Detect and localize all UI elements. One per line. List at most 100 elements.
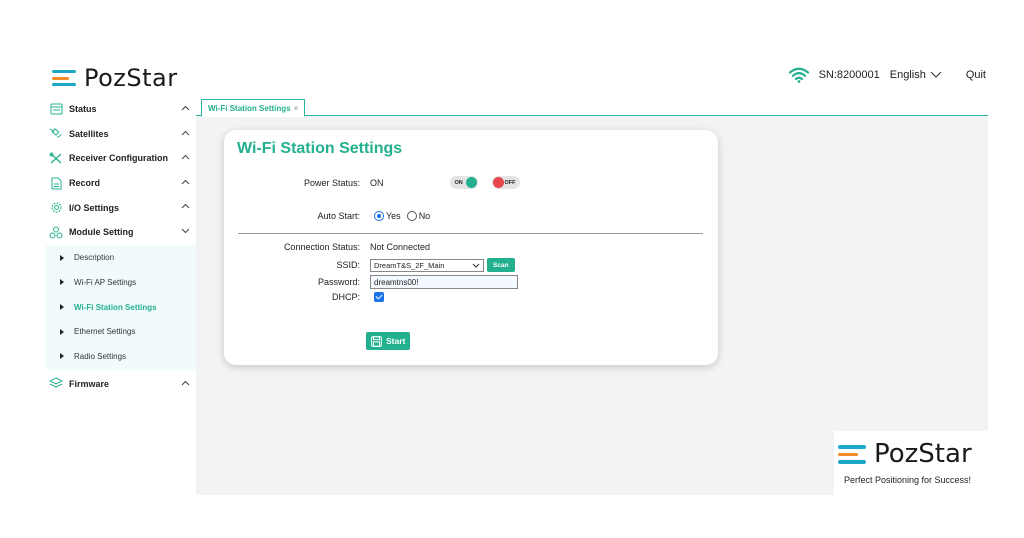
auto-start-no-label[interactable]: No	[419, 211, 431, 221]
sidebar-item-label: I/O Settings	[69, 202, 120, 213]
satellite-icon	[49, 127, 63, 141]
language-selector[interactable]: English	[890, 69, 942, 81]
connection-status-row: Connection Status: Not Connected	[224, 242, 430, 252]
serial-number: SN:8200001	[818, 69, 880, 81]
power-status-value: ON	[370, 177, 384, 188]
tools-icon	[49, 151, 63, 165]
toggle-knob	[492, 177, 504, 188]
scan-button[interactable]: Scan	[487, 258, 515, 272]
sidebar-item-satellites[interactable]: Satellites	[46, 122, 196, 147]
language-label: English	[889, 69, 926, 81]
chevron-down-icon	[181, 228, 190, 234]
gear-icon	[49, 201, 63, 215]
connection-status-value: Not Connected	[370, 242, 431, 252]
triangle-right-icon	[60, 304, 64, 311]
divider	[238, 233, 703, 234]
sidebar-item-receiver-configuration[interactable]: Receiver Configuration	[46, 146, 196, 171]
submenu-item-label: Description	[74, 253, 115, 263]
password-label: Password:	[317, 277, 360, 287]
password-row: Password: dreamtns00!	[224, 275, 518, 289]
module-submenu: Description Wi-Fi AP Settings Wi-Fi Stat…	[46, 244, 196, 370]
submenu-item-radio-settings[interactable]: Radio Settings	[46, 344, 196, 369]
submenu-item-wifi-ap-settings[interactable]: Wi-Fi AP Settings	[46, 270, 196, 295]
record-icon	[49, 176, 63, 190]
sidebar-item-label: Receiver Configuration	[69, 153, 169, 164]
logo-mark-icon	[52, 68, 78, 88]
start-button[interactable]: Start	[366, 332, 411, 350]
save-icon	[371, 335, 382, 347]
chevron-up-icon	[181, 204, 190, 209]
module-icon	[49, 225, 63, 239]
auto-start-yes-label[interactable]: Yes	[386, 211, 401, 221]
submenu-item-label: Radio Settings	[74, 351, 127, 361]
triangle-right-icon	[60, 353, 64, 360]
submenu-item-label: Wi-Fi Station Settings	[74, 302, 157, 312]
chevron-up-icon	[181, 179, 190, 185]
toggle-knob	[465, 177, 477, 188]
chevron-down-icon	[472, 263, 480, 268]
start-label: Start	[386, 336, 406, 346]
sidebar-item-firmware[interactable]: Firmware	[46, 372, 196, 397]
chevron-down-icon	[930, 71, 942, 78]
triangle-right-icon	[60, 328, 64, 335]
logo-text: PozStar	[84, 64, 178, 92]
sidebar-item-label: Satellites	[69, 128, 109, 139]
auto-start-label: Auto Start:	[317, 211, 360, 221]
tab-label: Wi-Fi Station Settings	[208, 103, 291, 113]
chevron-up-icon	[181, 105, 190, 111]
sidebar-item-label: Module Setting	[69, 227, 134, 238]
sidebar-item-io-settings[interactable]: I/O Settings	[46, 195, 196, 220]
chevron-up-icon	[181, 380, 190, 385]
sidebar-item-label: Firmware	[69, 378, 110, 389]
sidebar-item-label: Status	[69, 104, 97, 115]
sidebar-item-module-setting[interactable]: Module Setting	[46, 220, 196, 245]
connection-status-label: Connection Status:	[283, 242, 360, 252]
brand-tagline: Perfect Positioning for Success!	[844, 475, 972, 485]
wifi-icon	[788, 67, 809, 83]
status-icon	[49, 102, 63, 116]
submenu-item-ethernet-settings[interactable]: Ethernet Settings	[46, 319, 196, 344]
submenu-item-label: Ethernet Settings	[74, 327, 136, 337]
power-status-label: Power Status:	[303, 177, 360, 188]
chevron-up-icon	[181, 130, 190, 135]
brand-block: PozStar Perfect Positioning for Success!	[834, 431, 988, 495]
password-field[interactable]: dreamtns00!	[370, 275, 518, 289]
tab-wifi-station-settings[interactable]: Wi-Fi Station Settings ×	[201, 99, 306, 117]
dhcp-checkbox[interactable]	[374, 292, 384, 302]
brand-mark-icon	[838, 443, 868, 465]
dhcp-label: DHCP:	[331, 292, 360, 302]
ssid-value: DreamT&S_2F_Main	[374, 260, 445, 270]
sidebar: Status Satellites Receiver Configuration…	[46, 97, 196, 495]
toggle-off-text: OFF	[504, 179, 516, 186]
auto-start-no-radio[interactable]	[406, 211, 417, 221]
settings-card: Wi-Fi Station Settings Power Status: ON …	[224, 130, 718, 365]
sidebar-item-label: Record	[69, 178, 101, 189]
power-off-toggle[interactable]: OFF	[491, 176, 520, 189]
submenu-item-wifi-station-settings[interactable]: Wi-Fi Station Settings	[46, 295, 196, 320]
tab-close-button[interactable]: ×	[294, 104, 299, 113]
brand-name: PozStar	[874, 439, 972, 469]
sidebar-item-status[interactable]: Status	[46, 97, 196, 122]
power-status-row: Power Status: ON ON OFF	[224, 176, 520, 189]
layers-icon	[49, 377, 63, 391]
toggle-on-text: ON	[454, 179, 463, 186]
quit-button[interactable]: Quit	[966, 69, 986, 81]
sidebar-item-record[interactable]: Record	[46, 171, 196, 196]
page-title: Wi-Fi Station Settings	[237, 140, 403, 157]
header-right: SN:8200001 English Quit	[788, 67, 986, 83]
ssid-label: SSID:	[336, 260, 360, 270]
brand-logo: PozStar	[838, 439, 972, 469]
triangle-right-icon	[60, 254, 64, 261]
submenu-item-description[interactable]: Description	[46, 246, 196, 271]
submenu-item-label: Wi-Fi AP Settings	[74, 277, 137, 287]
dhcp-row: DHCP:	[224, 292, 384, 302]
auto-start-yes-radio[interactable]	[374, 211, 384, 221]
ssid-row: SSID: DreamT&S_2F_Main Scan	[224, 258, 515, 272]
ssid-select[interactable]: DreamT&S_2F_Main	[370, 258, 484, 272]
auto-start-row: Auto Start: Yes No	[224, 211, 430, 221]
tab-bar: Wi-Fi Station Settings ×	[196, 97, 988, 117]
chevron-up-icon	[181, 154, 190, 160]
power-on-toggle[interactable]: ON	[449, 176, 478, 189]
triangle-right-icon	[60, 279, 64, 286]
logo: PozStar	[52, 64, 178, 92]
